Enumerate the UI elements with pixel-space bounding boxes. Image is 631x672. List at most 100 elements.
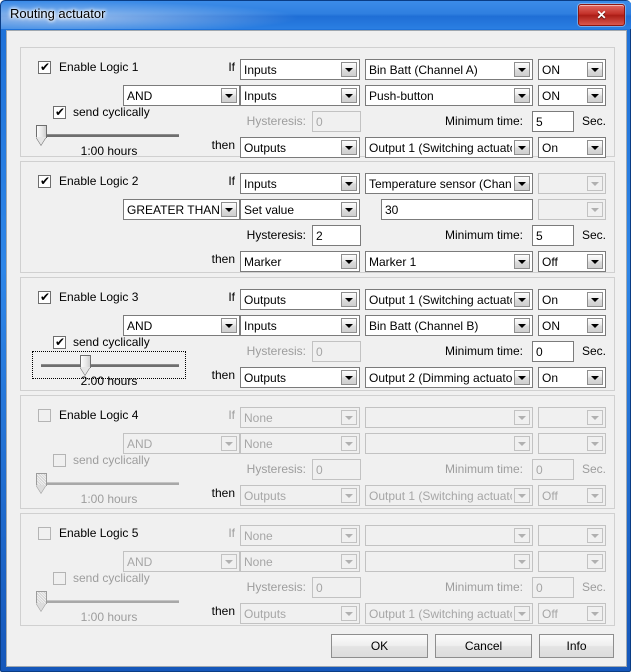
operator-select-2-value: GREATER THAN — [127, 202, 219, 218]
minimum-time-label-1: Minimum time: — [401, 114, 523, 128]
send-cyclically-checkbox-1[interactable]: ✔ — [53, 106, 66, 119]
row1-device-select-2[interactable]: Temperature sensor (Channel. — [365, 173, 533, 194]
row2-value-input-2[interactable]: 30 — [381, 199, 533, 220]
chevron-down-icon[interactable] — [514, 370, 530, 385]
chevron-down-icon[interactable] — [221, 202, 237, 217]
enable-logic-5-label: Enable Logic 5 — [59, 526, 138, 540]
chevron-down-icon[interactable] — [587, 318, 603, 333]
row1-source-select-2[interactable]: Inputs — [240, 173, 360, 194]
chevron-down-icon[interactable] — [514, 318, 530, 333]
row1-state-select-3[interactable]: On — [538, 289, 606, 310]
slider-thumb[interactable] — [80, 355, 91, 376]
then-state-select-2[interactable]: Off — [538, 251, 606, 272]
then-state-select-1[interactable]: On — [538, 137, 606, 158]
if-label: If — [217, 526, 235, 540]
chevron-down-icon[interactable] — [587, 254, 603, 269]
chevron-down-icon[interactable] — [341, 140, 357, 155]
minimum-time-input-1[interactable]: 5 — [532, 111, 574, 132]
chevron-down-icon[interactable] — [341, 254, 357, 269]
chevron-down-icon — [221, 554, 237, 569]
info-button[interactable]: Info — [539, 634, 614, 658]
chevron-down-icon[interactable] — [587, 62, 603, 77]
close-button[interactable]: ✕ — [578, 4, 625, 26]
chevron-down-icon[interactable] — [341, 292, 357, 307]
row1-state-select-1[interactable]: ON — [538, 59, 606, 80]
operator-select-1[interactable]: AND — [123, 85, 240, 106]
enable-logic-4-checkbox[interactable] — [38, 409, 51, 422]
row2-state-select-1[interactable]: ON — [538, 85, 606, 106]
slider-thumb — [36, 473, 47, 494]
cancel-button[interactable]: Cancel — [435, 634, 532, 658]
row1-state-select-5 — [538, 525, 606, 546]
chevron-down-icon — [587, 202, 603, 217]
row2-source-select-3-value: Inputs — [244, 318, 339, 334]
chevron-down-icon[interactable] — [514, 140, 530, 155]
row2-device-select-4 — [365, 433, 533, 454]
then-device-select-4-value: Output 1 (Switching actuator) — [369, 488, 512, 504]
chevron-down-icon[interactable] — [587, 140, 603, 155]
chevron-down-icon — [514, 436, 530, 451]
chevron-down-icon[interactable] — [514, 176, 530, 191]
minimum-time-input-3[interactable]: 0 — [532, 341, 574, 362]
then-target-select-2[interactable]: Marker — [240, 251, 360, 272]
row2-state-select-3[interactable]: ON — [538, 315, 606, 336]
chevron-down-icon[interactable] — [514, 88, 530, 103]
row2-device-select-1[interactable]: Push-button — [365, 85, 533, 106]
row1-source-select-3[interactable]: Outputs — [240, 289, 360, 310]
row2-device-select-3[interactable]: Bin Batt (Channel B) — [365, 315, 533, 336]
row1-device-select-5 — [365, 525, 533, 546]
chevron-down-icon[interactable] — [221, 318, 237, 333]
enable-logic-1-checkbox[interactable]: ✔ — [38, 61, 51, 74]
chevron-down-icon[interactable] — [341, 202, 357, 217]
chevron-down-icon[interactable] — [341, 318, 357, 333]
chevron-down-icon[interactable] — [587, 88, 603, 103]
slider-thumb[interactable] — [36, 125, 47, 146]
then-state-select-3[interactable]: On — [538, 367, 606, 388]
chevron-down-icon[interactable] — [341, 176, 357, 191]
enable-logic-2-label: Enable Logic 2 — [59, 174, 138, 188]
dialog-window: Routing actuator ✕ ✔ Enable Logic 1 If then… — [0, 0, 631, 672]
enable-logic-2-checkbox[interactable]: ✔ — [38, 175, 51, 188]
row2-state-select-4 — [538, 433, 606, 454]
row2-source-select-1[interactable]: Inputs — [240, 85, 360, 106]
row1-device-select-3[interactable]: Output 1 (Switching actuator) — [365, 289, 533, 310]
chevron-down-icon — [587, 606, 603, 621]
row1-device-select-3-value: Output 1 (Switching actuator) — [369, 292, 512, 308]
chevron-down-icon[interactable] — [221, 88, 237, 103]
enable-logic-3-checkbox[interactable]: ✔ — [38, 291, 51, 304]
chevron-down-icon — [587, 176, 603, 191]
operator-select-2[interactable]: GREATER THAN — [123, 199, 240, 220]
then-device-select-2[interactable]: Marker 1 — [365, 251, 533, 272]
chevron-down-icon[interactable] — [514, 62, 530, 77]
enable-logic-5-checkbox[interactable] — [38, 527, 51, 540]
chevron-down-icon[interactable] — [341, 62, 357, 77]
chevron-down-icon[interactable] — [587, 292, 603, 307]
check-icon: ✔ — [40, 61, 50, 74]
chevron-down-icon[interactable] — [587, 370, 603, 385]
chevron-down-icon[interactable] — [514, 254, 530, 269]
then-target-select-3[interactable]: Outputs — [240, 367, 360, 388]
operator-select-3[interactable]: AND — [123, 315, 240, 336]
chevron-down-icon[interactable] — [341, 370, 357, 385]
chevron-down-icon[interactable] — [514, 292, 530, 307]
then-target-select-5-value: Outputs — [244, 606, 339, 622]
operator-select-5: AND — [123, 551, 240, 572]
row2-source-select-2[interactable]: Set value — [240, 199, 360, 220]
then-device-select-3[interactable]: Output 2 (Dimming actuator) — [365, 367, 533, 388]
then-target-select-1[interactable]: Outputs — [240, 137, 360, 158]
chevron-down-icon — [587, 488, 603, 503]
minimum-time-input-5-value: 0 — [536, 580, 543, 596]
then-device-select-1[interactable]: Output 1 (Switching actuator) — [365, 137, 533, 158]
hysteresis-input-2[interactable]: 2 — [312, 225, 361, 246]
row1-device-select-1[interactable]: Bin Batt (Channel A) — [365, 59, 533, 80]
minimum-time-input-2[interactable]: 5 — [532, 225, 574, 246]
chevron-down-icon — [341, 488, 357, 503]
chevron-down-icon[interactable] — [341, 88, 357, 103]
then-label: then — [207, 368, 235, 382]
row2-source-select-3[interactable]: Inputs — [240, 315, 360, 336]
send-cyclically-checkbox-3[interactable]: ✔ — [53, 336, 66, 349]
row1-source-select-1[interactable]: Inputs — [240, 59, 360, 80]
then-device-select-1-value: Output 1 (Switching actuator) — [369, 140, 512, 156]
chevron-down-icon — [587, 528, 603, 543]
ok-button[interactable]: OK — [331, 634, 428, 658]
